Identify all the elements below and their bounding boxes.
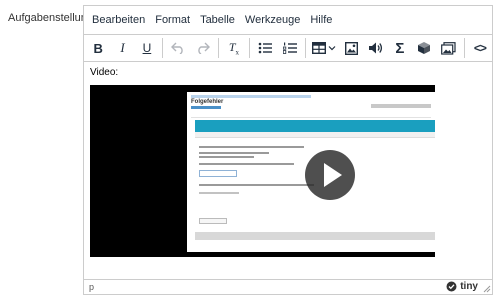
source-code-icon: <> [473,41,487,55]
underline-button[interactable]: U [135,37,159,59]
sigma-icon: Σ [395,39,405,57]
embedded-video[interactable]: Folgefehler [90,85,435,257]
chevron-down-icon [328,46,336,51]
element-path[interactable]: p [84,282,94,292]
frame-text-line [199,156,254,158]
frame-accent-bar [195,120,435,132]
frame-heading-bar [195,132,435,138]
clear-formatting-x: x [235,48,240,57]
frame-options-line [371,104,431,108]
frame-text-line [199,192,239,194]
italic-icon: I [120,40,125,55]
resize-handle-icon[interactable] [482,284,491,293]
image-icon [344,41,358,55]
frame-small-button [199,218,227,224]
numbered-list-icon [282,42,297,54]
insert-3d-object-button[interactable] [412,37,436,59]
frame-subtitle-line [191,106,221,109]
menu-table[interactable]: Tabelle [195,10,240,30]
toolbar-separator [162,38,164,58]
frame-text-line [199,163,294,165]
clear-formatting-icon: Tx [229,40,239,56]
frame-page-title: Folgefehler [191,99,224,105]
frame-link-line [191,95,311,98]
redo-button[interactable] [190,37,214,59]
underline-icon: U [142,41,152,55]
table-icon [311,42,326,54]
bullet-list-icon [258,42,273,54]
menubar: Bearbeiten Format Tabelle Werkzeuge Hilf… [84,6,492,35]
tiny-logo-icon [446,281,457,292]
clear-formatting-button[interactable]: Tx [222,37,246,59]
toolbar: B I U Tx Σ <> [84,35,492,62]
insert-media-button[interactable] [363,37,387,59]
frame-text-line [199,146,304,148]
frame-input-box [199,170,237,177]
table-button[interactable] [309,37,339,59]
bold-icon: B [93,40,103,56]
toolbar-separator [249,38,251,58]
frame-divider [191,117,431,118]
menu-help[interactable]: Hilfe [305,10,337,30]
gallery-icon [441,41,456,55]
insert-formula-button[interactable]: Σ [388,37,412,59]
statusbar: p tiny [84,279,492,294]
toolbar-separator [217,38,219,58]
play-button[interactable] [305,150,355,200]
insert-image-button[interactable] [339,37,363,59]
menu-edit[interactable]: Bearbeiten [87,10,150,30]
editor-content[interactable]: Video: Folgefehler [84,62,492,281]
menu-tools[interactable]: Werkzeuge [240,10,305,30]
italic-button[interactable]: I [110,37,134,59]
bullet-list-button[interactable] [253,37,277,59]
undo-button[interactable] [166,37,190,59]
numbered-list-button[interactable] [277,37,301,59]
frame-footer-bar [195,232,435,240]
bold-button[interactable]: B [86,37,110,59]
field-label: Aufgabenstellung [8,12,94,24]
frame-text-line [199,152,269,154]
menu-format[interactable]: Format [150,10,195,30]
play-icon [324,163,342,187]
redo-icon [197,42,210,54]
speaker-icon [368,42,383,54]
cube-icon [418,42,431,54]
undo-icon [171,42,183,54]
insert-image-gallery-button[interactable] [436,37,460,59]
rich-text-editor: Bearbeiten Format Tabelle Werkzeuge Hilf… [83,5,493,295]
toolbar-separator [304,38,306,58]
toolbar-separator [463,38,465,58]
tiny-branding[interactable]: tiny [446,281,478,292]
source-code-button[interactable]: <> [468,37,492,59]
frame-text-line [199,184,314,186]
clear-formatting-t: T [228,39,236,54]
tiny-brand-label: tiny [460,281,478,292]
video-caption: Video: [90,67,119,78]
